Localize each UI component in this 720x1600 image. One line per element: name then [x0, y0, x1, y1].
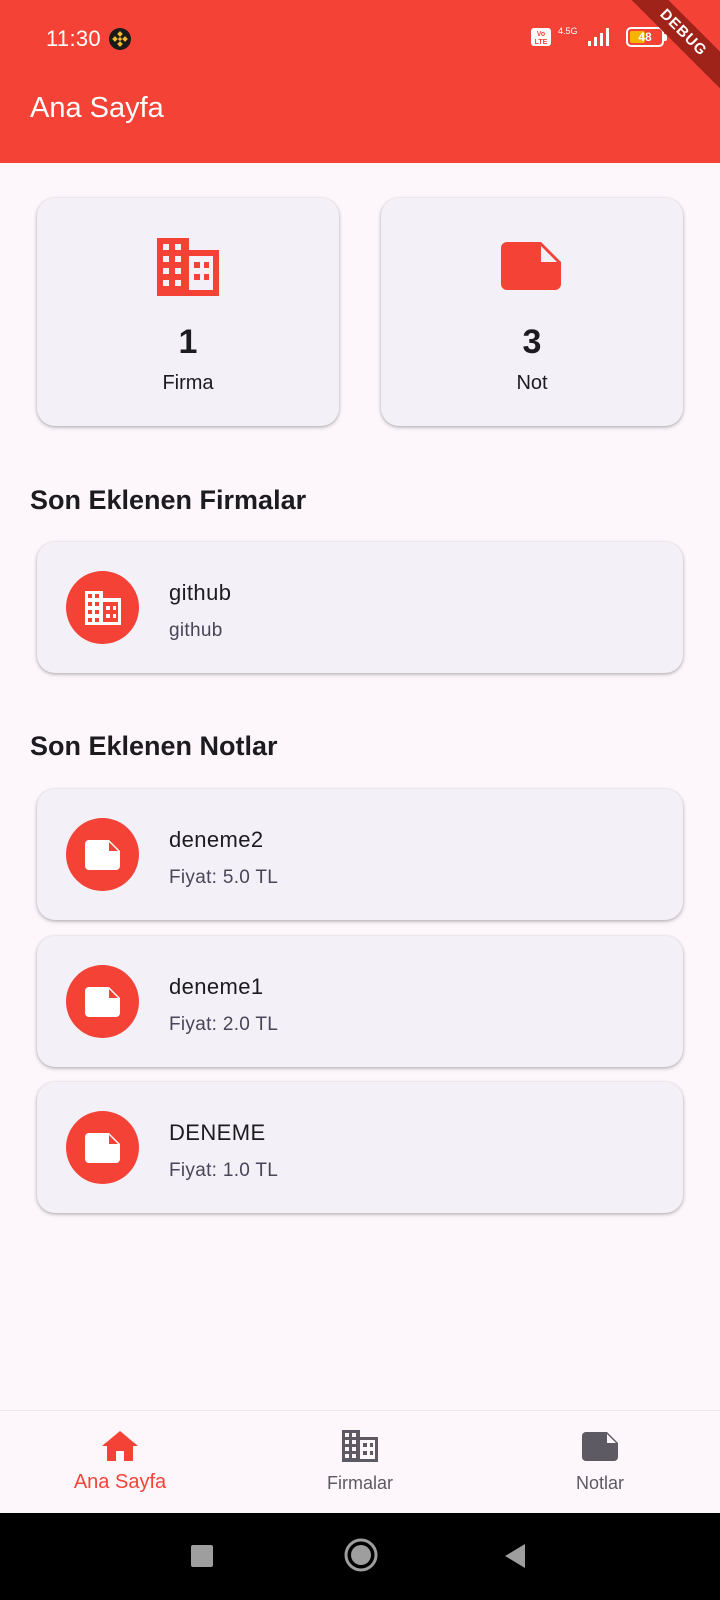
company-avatar	[66, 571, 139, 644]
binance-notification-icon	[109, 28, 131, 50]
note-list-item[interactable]: deneme2 Fiyat: 5.0 TL	[37, 789, 683, 920]
note-avatar	[66, 818, 139, 891]
signal-strength-icon	[588, 28, 609, 46]
recents-square-icon[interactable]	[191, 1545, 213, 1567]
note-icon	[582, 1432, 618, 1461]
volte-icon: Vo LTE	[531, 28, 551, 46]
status-time: 11:30	[46, 26, 101, 51]
back-triangle-icon[interactable]	[503, 1542, 527, 1570]
note-list-item[interactable]: deneme1 Fiyat: 2.0 TL	[37, 936, 683, 1067]
battery-icon: 48	[626, 27, 667, 47]
note-icon	[84, 839, 120, 870]
nav-item-home[interactable]: Ana Sayfa	[0, 1411, 240, 1514]
note-count-card[interactable]: 3 Not	[381, 198, 683, 426]
note-icon	[84, 1132, 120, 1163]
recent-companies-heading: Son Eklenen Firmalar	[30, 485, 307, 515]
system-navigation-bar	[0, 1513, 720, 1600]
network-type-label: 4.5G	[558, 26, 578, 36]
nav-label-home: Ana Sayfa	[73, 1471, 167, 1493]
note-price: Fiyat: 5.0 TL	[169, 867, 279, 888]
nav-item-notes[interactable]: Notlar	[480, 1411, 720, 1514]
company-count-value: 1	[178, 323, 198, 361]
battery-level: 48	[638, 30, 652, 44]
home-circle-icon[interactable]	[344, 1538, 378, 1572]
building-icon	[157, 238, 219, 296]
company-count-card[interactable]: 1 Firma	[37, 198, 339, 426]
note-count-label: Not	[516, 372, 548, 394]
recent-notes-heading: Son Eklenen Notlar	[30, 731, 278, 761]
company-count-label: Firma	[162, 372, 214, 394]
nav-label-notes: Notlar	[575, 1473, 624, 1493]
note-avatar	[66, 965, 139, 1038]
note-avatar	[66, 1111, 139, 1184]
note-price: Fiyat: 2.0 TL	[169, 1014, 279, 1035]
bottom-navigation: Ana Sayfa Firmalar Notlar	[0, 1410, 720, 1514]
note-title: deneme1	[169, 974, 264, 999]
building-icon	[342, 1430, 378, 1462]
status-indicators: Vo LTE 4.5G 48	[530, 26, 667, 48]
svg-text:LTE: LTE	[535, 39, 548, 46]
company-subtitle: github	[169, 620, 223, 641]
nav-item-companies[interactable]: Firmalar	[240, 1411, 480, 1514]
note-title: DENEME	[169, 1120, 266, 1145]
company-list-item[interactable]: github github	[37, 542, 683, 673]
company-name: github	[169, 580, 232, 605]
note-list-item[interactable]: DENEME Fiyat: 1.0 TL	[37, 1082, 683, 1213]
home-icon	[102, 1431, 138, 1461]
page-title: Ana Sayfa	[30, 92, 164, 124]
app-bar: 11:30 Vo LTE 4.5G 48 DEBUG Ana Sayfa	[0, 0, 720, 163]
note-icon	[84, 986, 120, 1017]
nav-label-companies: Firmalar	[327, 1473, 393, 1493]
note-price: Fiyat: 1.0 TL	[169, 1160, 279, 1181]
note-icon	[501, 242, 561, 290]
building-icon	[84, 590, 121, 625]
note-count-value: 3	[522, 323, 542, 361]
svg-text:Vo: Vo	[537, 31, 545, 38]
note-title: deneme2	[169, 827, 264, 852]
